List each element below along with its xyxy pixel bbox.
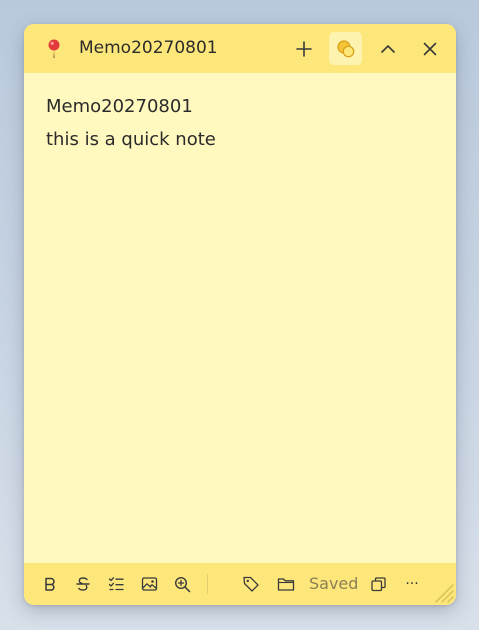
color-palette-icon [336,39,354,57]
close-icon [423,42,436,55]
note-line: this is a quick note [46,129,216,150]
bold-button[interactable] [39,573,61,595]
formatting-toolbar: Saved ··· [24,563,456,605]
folder-icon [277,578,295,591]
checklist-button[interactable] [105,573,127,595]
tag-icon [243,576,259,592]
bold-icon [45,577,55,591]
folder-button[interactable] [275,573,297,595]
more-options-button[interactable]: ··· [401,573,423,595]
insert-image-button[interactable] [138,573,160,595]
chevron-up-icon [380,44,395,53]
tag-button[interactable] [240,573,262,595]
strikethrough-button[interactable] [72,573,94,595]
new-note-button[interactable] [287,32,320,65]
note-title: Memo20270801 [79,38,218,58]
strikethrough-icon [76,577,90,591]
color-theme-button[interactable] [329,32,362,65]
close-button[interactable] [413,32,446,65]
checklist-icon [108,577,124,591]
save-status: Saved [309,574,359,593]
zoom-icon [174,576,190,592]
note-editor[interactable]: Memo20270801 this is a quick note [46,90,434,156]
zoom-button[interactable] [171,573,193,595]
collapse-button[interactable] [371,32,404,65]
image-icon [141,577,157,591]
copy-icon [370,576,386,591]
sticky-note-window: Memo20270801 Memo20270801 this is a quic [24,24,456,605]
plus-icon [295,40,312,57]
pin-icon[interactable] [44,38,64,60]
resize-grip-icon[interactable] [430,579,454,603]
title-bar[interactable]: Memo20270801 [24,24,456,73]
toolbar-divider [207,574,208,594]
note-line: Memo20270801 [46,96,193,117]
duplicate-button[interactable] [367,573,389,595]
